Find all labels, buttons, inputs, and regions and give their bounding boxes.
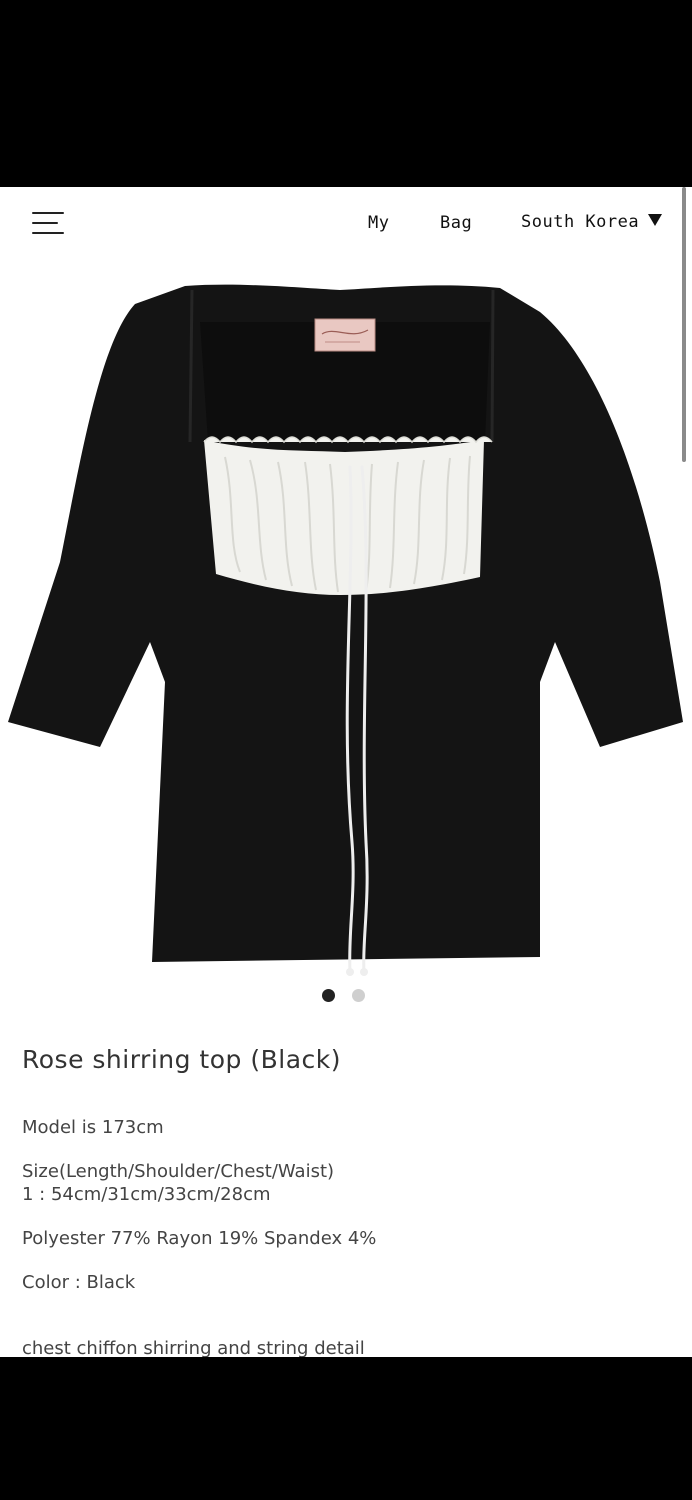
image-carousel-indicator[interactable] [322,989,372,1005]
model-info: Model is 173cm [22,1117,164,1138]
my-link[interactable]: My [368,213,389,233]
carousel-dot-active[interactable] [322,989,335,1002]
product-title: Rose shirring top (Black) [22,1045,341,1074]
product-page: My Bag South Korea Rose shirring top (Bl… [0,187,692,1357]
size-value: 1 : 54cm/31cm/33cm/28cm [22,1184,271,1205]
detail-info: chest chiffon shirring and string detail [22,1338,365,1357]
product-image[interactable] [0,282,692,982]
caret-down-icon[interactable] [648,214,662,226]
brand-tag [314,318,376,352]
bag-link[interactable]: Bag [440,213,472,233]
carousel-dot[interactable] [352,989,365,1002]
size-label: Size(Length/Shoulder/Chest/Waist) [22,1161,335,1182]
color-info: Color : Black [22,1272,136,1293]
material-info: Polyester 77% Rayon 19% Spandex 4% [22,1228,377,1249]
chiffon-shirring-panel [204,440,484,595]
country-selector[interactable]: South Korea [521,212,639,232]
hamburger-menu-icon[interactable] [32,211,66,237]
